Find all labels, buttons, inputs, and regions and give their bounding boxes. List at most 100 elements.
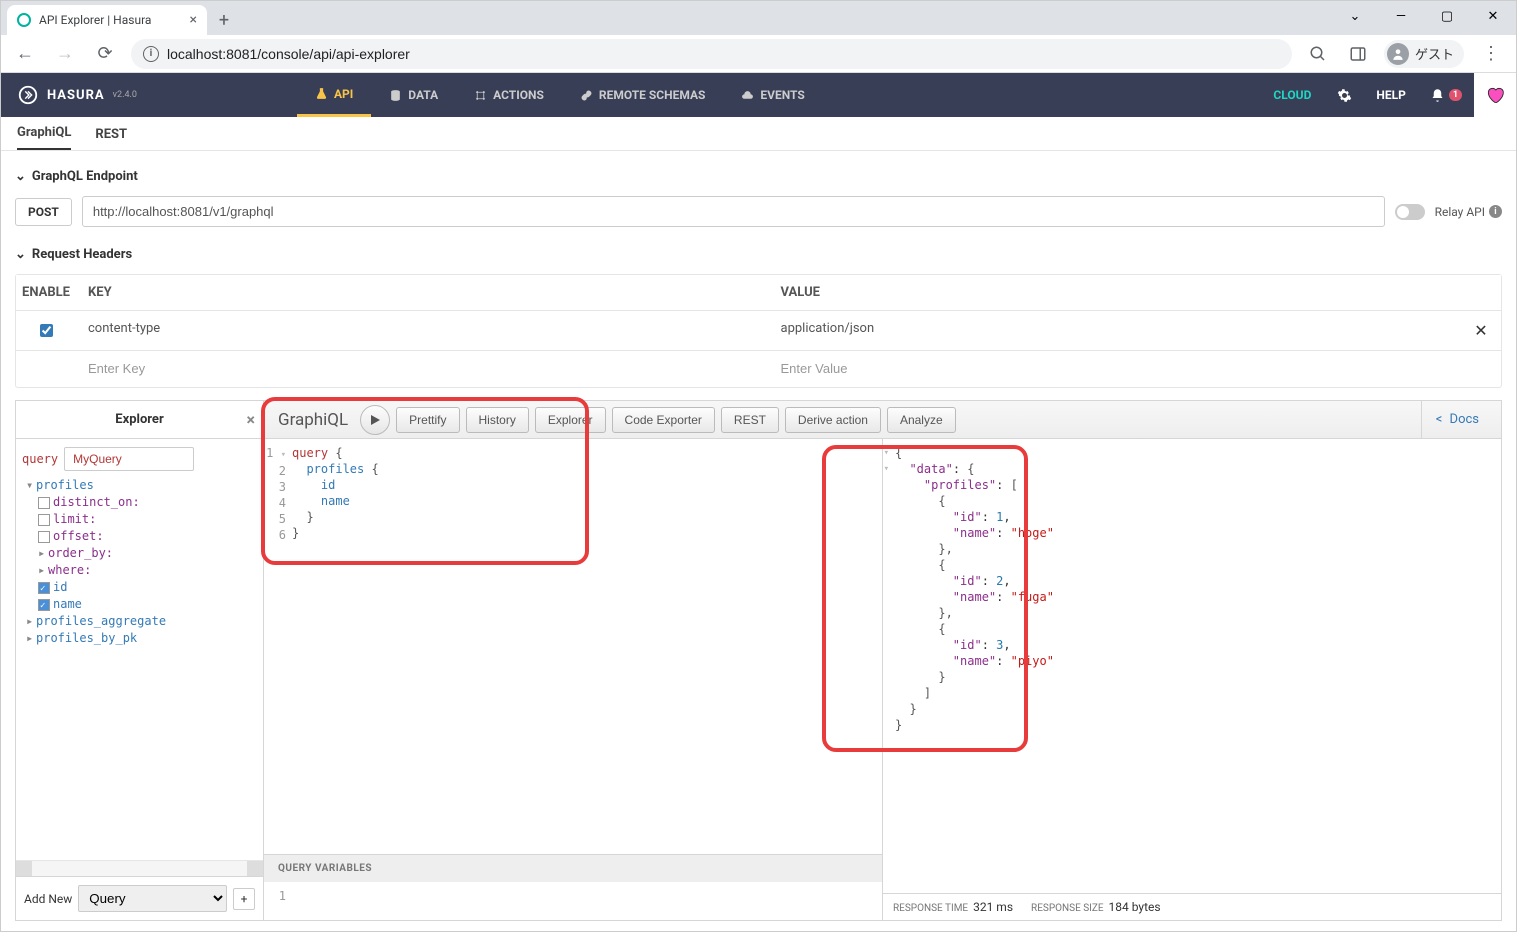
nav-events[interactable]: EVENTS xyxy=(723,73,822,117)
header-enable-checkbox[interactable] xyxy=(40,324,53,337)
header-key: content-type xyxy=(76,311,769,350)
chevron-down-icon: ⌄ xyxy=(15,169,26,184)
flask-icon xyxy=(315,87,328,100)
notifications-button[interactable]: 1 xyxy=(1418,88,1474,103)
section-request-headers[interactable]: ⌄ Request Headers xyxy=(15,239,1502,270)
window-maximize-button[interactable]: ▢ xyxy=(1424,1,1470,31)
address-bar[interactable]: i xyxy=(131,39,1292,69)
header-value-input[interactable] xyxy=(781,361,1450,376)
window-dropdown-icon[interactable]: ⌄ xyxy=(1332,1,1378,31)
header-value: application/json xyxy=(769,311,1462,350)
http-method: POST xyxy=(15,198,72,226)
tree-arg-where[interactable]: ▸where: xyxy=(22,562,257,579)
header-remove-button[interactable]: ✕ xyxy=(1461,311,1501,350)
nav-remote-schemas[interactable]: REMOTE SCHEMAS xyxy=(562,73,724,117)
history-button[interactable]: History xyxy=(466,407,529,433)
hasura-logo[interactable]: HASURA v2.4.0 xyxy=(17,84,137,106)
explorer-button[interactable]: Explorer xyxy=(535,407,606,433)
header-row: content-type application/json ✕ xyxy=(16,311,1501,351)
profile-avatar-icon xyxy=(1387,43,1409,65)
result-viewer[interactable]: ▾▾ { "data": { "profiles": [ { "id": 1, … xyxy=(883,439,1501,893)
nav-api[interactable]: API xyxy=(297,73,371,117)
actions-icon xyxy=(474,89,487,102)
profile-label: ゲスト xyxy=(1415,44,1454,63)
help-link[interactable]: HELP xyxy=(1364,88,1417,102)
info-icon[interactable]: i xyxy=(1489,205,1502,218)
love-button[interactable] xyxy=(1474,73,1516,117)
prettify-button[interactable]: Prettify xyxy=(396,407,459,433)
tab-close-icon[interactable]: × xyxy=(190,12,197,28)
profile-chip[interactable]: ゲスト xyxy=(1384,40,1464,68)
col-key: KEY xyxy=(76,275,769,310)
new-tab-button[interactable]: + xyxy=(207,5,241,35)
query-variables-header[interactable]: QUERY VARIABLES xyxy=(264,855,882,882)
cloud-icon xyxy=(741,89,754,102)
header-key-input[interactable] xyxy=(88,361,757,376)
cloud-link[interactable]: CLOUD xyxy=(1259,88,1325,102)
explorer-close-button[interactable]: × xyxy=(247,410,256,429)
browser-menu-icon[interactable]: ⋮ xyxy=(1476,43,1506,64)
execute-button[interactable] xyxy=(360,405,390,435)
result-footer: RESPONSE TIME 321 ms RESPONSE SIZE 184 b… xyxy=(883,893,1501,920)
tree-field-name[interactable]: name xyxy=(22,596,257,613)
site-info-icon[interactable]: i xyxy=(143,46,159,62)
notification-badge: 1 xyxy=(1449,89,1462,101)
hasura-brand: HASURA xyxy=(47,88,105,103)
tree-profiles-aggregate[interactable]: ▸profiles_aggregate xyxy=(22,613,257,630)
section-graphql-endpoint[interactable]: ⌄ GraphQL Endpoint xyxy=(15,161,1502,192)
code-exporter-button[interactable]: Code Exporter xyxy=(612,407,715,433)
tree-profiles-by-pk[interactable]: ▸profiles_by_pk xyxy=(22,630,257,647)
relay-toggle[interactable] xyxy=(1395,204,1425,220)
play-icon xyxy=(369,414,381,426)
query-name-input[interactable] xyxy=(64,447,194,471)
tree-field-id[interactable]: id xyxy=(22,579,257,596)
tree-arg-offset[interactable]: offset: xyxy=(22,528,257,545)
hasura-favicon xyxy=(17,13,31,27)
query-variables-editor[interactable]: 1 xyxy=(264,882,882,920)
tab-rest[interactable]: REST xyxy=(95,127,127,150)
docs-button[interactable]: < Docs xyxy=(1421,401,1493,438)
rest-button[interactable]: REST xyxy=(721,407,779,433)
chevron-down-icon: ⌄ xyxy=(15,247,26,262)
hasura-mark-icon xyxy=(17,84,39,106)
addnew-select[interactable]: Query xyxy=(78,885,227,912)
header-row-new xyxy=(16,351,1501,387)
browser-tab[interactable]: API Explorer | Hasura × xyxy=(7,5,207,35)
tree-arg-limit[interactable]: limit: xyxy=(22,511,257,528)
tab-graphiql[interactable]: GraphiQL xyxy=(17,125,71,150)
heart-icon xyxy=(1485,85,1505,105)
derive-action-button[interactable]: Derive action xyxy=(785,407,881,433)
col-value: VALUE xyxy=(769,275,1462,310)
browser-forward-button: → xyxy=(51,40,79,68)
link-icon xyxy=(580,89,593,102)
url-input[interactable] xyxy=(167,46,1280,62)
analyze-button[interactable]: Analyze xyxy=(887,407,956,433)
query-editor[interactable]: 1 ▾23456 query { profiles { id name }} xyxy=(264,439,882,854)
tree-arg-distinct[interactable]: distinct_on: xyxy=(22,494,257,511)
bell-icon xyxy=(1430,88,1445,103)
window-close-button[interactable]: ✕ xyxy=(1470,1,1516,31)
nav-data[interactable]: DATA xyxy=(371,73,456,117)
endpoint-url-input[interactable] xyxy=(82,196,1385,227)
hasura-version: v2.4.0 xyxy=(113,90,137,100)
tab-title: API Explorer | Hasura xyxy=(39,13,182,27)
browser-reload-button[interactable]: ⟳ xyxy=(91,40,119,68)
addnew-plus-button[interactable]: + xyxy=(233,888,255,910)
database-icon xyxy=(389,89,402,102)
search-icon[interactable] xyxy=(1304,40,1332,68)
graphiql-title: GraphiQL xyxy=(272,410,354,430)
addnew-label: Add New xyxy=(24,892,72,906)
settings-button[interactable] xyxy=(1325,88,1364,103)
browser-back-button[interactable]: ← xyxy=(11,40,39,68)
window-minimize-button[interactable]: — xyxy=(1378,1,1424,31)
headers-table: ENABLE KEY VALUE content-type applicatio… xyxy=(15,274,1502,388)
relay-label: Relay API i xyxy=(1435,205,1502,219)
col-enable: ENABLE xyxy=(16,275,76,310)
gear-icon xyxy=(1337,88,1352,103)
tree-arg-orderby[interactable]: ▸order_by: xyxy=(22,545,257,562)
explorer-tree[interactable]: query ▾profiles distinct_on: limit: offs… xyxy=(16,439,263,860)
explorer-scrollbar[interactable] xyxy=(16,860,263,876)
nav-actions[interactable]: ACTIONS xyxy=(456,73,562,117)
side-panel-icon[interactable] xyxy=(1344,40,1372,68)
tree-profiles[interactable]: ▾profiles xyxy=(22,477,257,494)
